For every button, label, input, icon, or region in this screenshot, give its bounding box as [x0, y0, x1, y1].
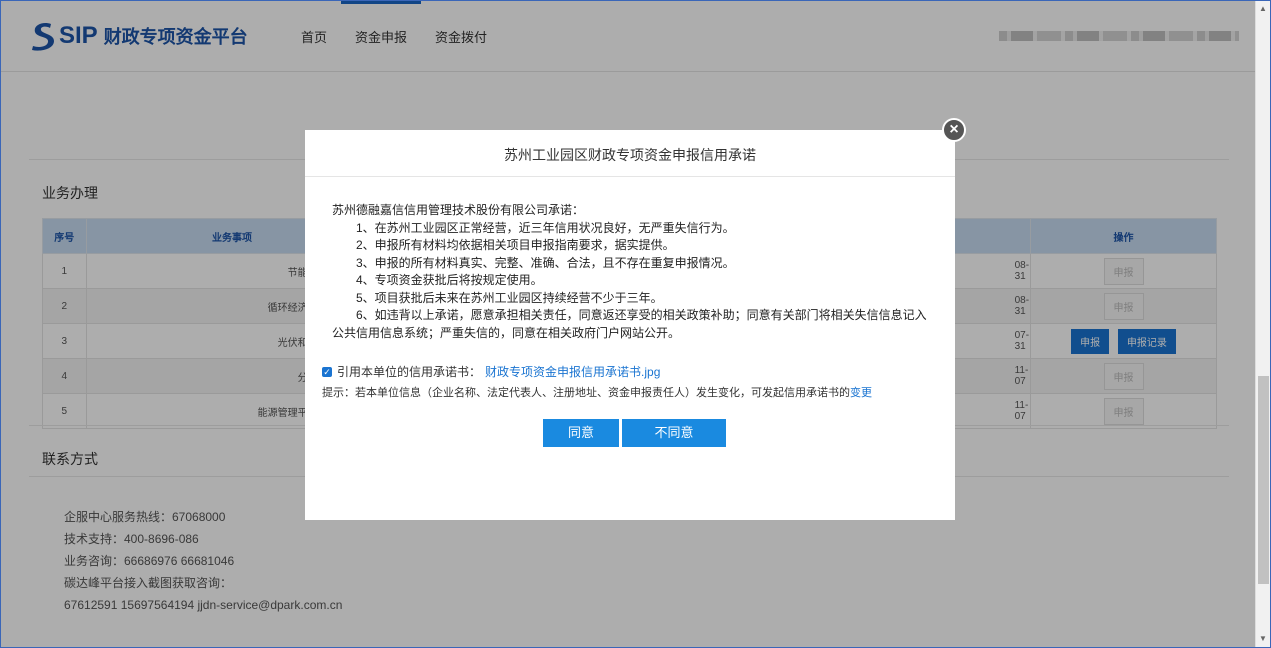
agree-button[interactable]: 同意	[543, 419, 619, 447]
scrollbar-thumb[interactable]	[1258, 376, 1269, 584]
browser-frame: SIP 财政专项资金平台 首页 资金申报 资金拨付 业务办理 序号 业务事项 操…	[0, 0, 1271, 648]
modal-actions: 同意 不同意	[543, 419, 726, 447]
scroll-down-icon[interactable]: ▼	[1259, 634, 1267, 643]
commitment-item: 1、在苏州工业园区正常经营，近三年信用状况良好，无严重失信行为。	[356, 220, 735, 235]
modal-title: 苏州工业园区财政专项资金申报信用承诺	[305, 130, 955, 177]
commitment-intro: 苏州德融嘉信信用管理技术股份有限公司承诺：	[332, 203, 585, 217]
commitment-item: 4、专项资金获批后将按规定使用。	[356, 273, 543, 287]
disagree-button[interactable]: 不同意	[622, 419, 726, 447]
close-icon[interactable]: ×	[942, 118, 966, 142]
commitment-item: 5、项目获批后未来在苏州工业园区持续经营不少于三年。	[356, 290, 663, 305]
commitment-continuation: 公共信用信息系统；严重失信的，同意在相关政府门户网站公开。	[332, 325, 681, 340]
tip-text: 提示：若本单位信息（企业名称、法定代表人、注册地址、资金申报责任人）发生变化，可…	[322, 387, 850, 399]
commitment-item: 3、申报的所有材料真实、完整、准确、合法，且不存在重复申报情况。	[356, 255, 735, 270]
cite-label: 引用本单位的信用承诺书：	[337, 365, 482, 379]
change-link[interactable]: 变更	[850, 387, 872, 399]
commitment-text: 苏州德融嘉信信用管理技术股份有限公司承诺： 1、在苏州工业园区正常经营，近三年信…	[332, 202, 942, 342]
commitment-item: 6、如违背以上承诺，愿意承担相关责任，同意返还享受的相关政策补助；同意有关部门将…	[356, 308, 927, 322]
change-tip: 提示：若本单位信息（企业名称、法定代表人、注册地址、资金申报责任人）发生变化，可…	[322, 384, 872, 400]
commitment-file-link[interactable]: 财政专项资金申报信用承诺书.jpg	[485, 363, 660, 380]
page-scrollbar[interactable]: ▲ ▼	[1255, 1, 1270, 647]
scroll-up-icon[interactable]: ▲	[1259, 4, 1267, 13]
cite-commitment-row: ✓ 引用本单位的信用承诺书： 财政专项资金申报信用承诺书.jpg	[322, 363, 660, 380]
credit-commitment-modal: 苏州工业园区财政专项资金申报信用承诺 × 苏州德融嘉信信用管理技术股份有限公司承…	[305, 118, 966, 520]
commitment-item: 2、申报所有材料均依据相关项目申报指南要求，据实提供。	[356, 238, 675, 252]
cite-checkbox[interactable]: ✓	[322, 366, 332, 377]
